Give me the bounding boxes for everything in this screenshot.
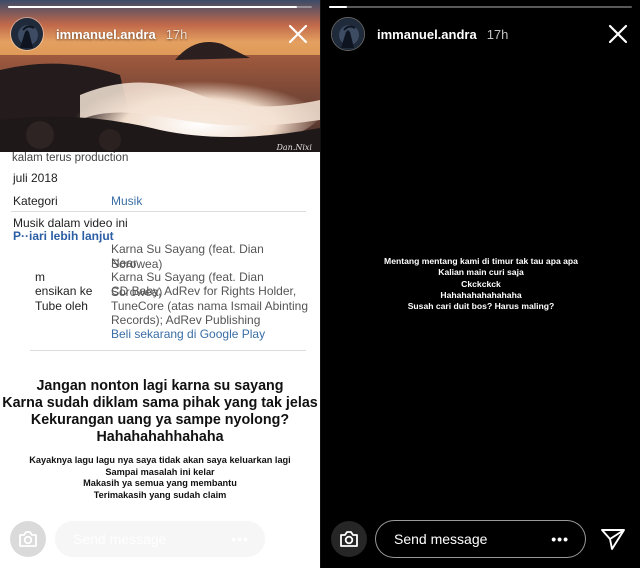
story-progress-bar	[329, 6, 632, 8]
story-footer: Send message •••	[331, 520, 630, 558]
story-progress-fill	[8, 6, 297, 8]
caption-small-line: Terimakasih yang sudah claim	[93, 489, 227, 500]
send-message-placeholder: Send message	[394, 531, 488, 547]
story-caption: Jangan nonton lagi karna su sayang Karna…	[0, 378, 320, 501]
avatar[interactable]	[331, 17, 365, 51]
caption-line: Jangan nonton lagi karna su sayang	[36, 378, 284, 394]
send-message-input[interactable]: Send message •••	[375, 520, 586, 558]
story-header: immanuel.andra 17h	[331, 16, 630, 52]
photo-signature: Dan.Nixi	[276, 143, 312, 152]
caption-line: Kekurangan uang ya sampe nyolong?	[30, 412, 290, 428]
story-text-line: Susah cari duit bos? Harus maling?	[407, 301, 555, 312]
username[interactable]: immanuel.andra	[377, 27, 477, 42]
avatar-image	[11, 18, 43, 50]
story-footer: Send message •••	[10, 520, 310, 558]
row-label-licensed: ensikan ke	[35, 284, 93, 298]
category-label: Kategori	[13, 194, 58, 208]
caption-small-line: Kayaknya lagu lagu nya saya tidak akan s…	[29, 455, 291, 465]
username[interactable]: immanuel.andra	[56, 27, 156, 42]
divider-bottom	[30, 350, 306, 351]
send-message-placeholder: Send message	[73, 531, 167, 547]
story-text-line: Mentang mentang kami di timur tak tau ap…	[384, 256, 578, 266]
post-time: 17h	[165, 26, 188, 42]
paper-plane-icon[interactable]	[280, 526, 306, 552]
row-label-album: m	[35, 270, 45, 284]
music-artist: Near	[111, 256, 138, 270]
send-message-input[interactable]: Send message •••	[54, 520, 266, 558]
learn-more-link: P··iari lebih lanjut	[13, 229, 114, 243]
buy-link: Beli sekarang di Google Play	[111, 327, 266, 341]
camera-icon[interactable]	[10, 521, 46, 557]
story-progress-bar	[8, 6, 312, 8]
caption-line: Hahahahahhahaha	[96, 429, 224, 445]
youtube-description-screenshot: kalam terus production juli 2018 Kategor…	[0, 152, 320, 352]
row-label-by: Tube oleh	[35, 299, 88, 313]
truncated-line: kalam terus production	[12, 152, 129, 164]
story-panel-left[interactable]: Dan.Nixi kalam terus production juli 201…	[0, 0, 320, 568]
caption-small-line: Makasih ya semua yang membantu	[83, 478, 237, 488]
music-in-video-label: Musik dalam video ini	[13, 216, 128, 230]
caption-small-block: Kayaknya lagu lagu nya saya tidak akan s…	[0, 455, 320, 501]
avatar[interactable]	[10, 17, 44, 51]
story-header: immanuel.andra 17h	[10, 16, 310, 52]
category-value: Musik	[111, 194, 143, 208]
post-time: 17h	[486, 26, 509, 42]
story-progress-fill	[329, 6, 348, 8]
more-dots-icon[interactable]: •••	[231, 531, 249, 547]
caption-line: Karna sudah diklam sama pihak yang tak j…	[2, 395, 318, 411]
close-icon[interactable]	[606, 22, 630, 46]
paper-plane-icon[interactable]	[600, 526, 626, 552]
license-line-2: TuneCore (atas nama Ismail Abinting	[111, 299, 308, 313]
story-panel-right[interactable]: immanuel.andra 17h Mentang mentang kami …	[320, 0, 640, 568]
avatar-image	[332, 18, 364, 50]
more-dots-icon[interactable]: •••	[551, 531, 569, 547]
story-text-line: Hahahahahahahaha	[440, 289, 522, 300]
story-text-line: Kalian main curi saja	[438, 267, 524, 278]
divider	[11, 211, 306, 212]
story-text-line: Ckckckck	[461, 278, 501, 289]
license-line-1: CD Baby, AdRev for Rights Holder,	[111, 284, 297, 298]
license-line-3: Records); AdRev Publishing	[111, 313, 261, 327]
camera-icon[interactable]	[331, 521, 367, 557]
caption-small-line: Sampai masalah ini kelar	[105, 466, 215, 477]
publish-date: juli 2018	[13, 171, 58, 185]
story-text: Mentang mentang kami di timur tak tau ap…	[321, 256, 640, 312]
close-icon[interactable]	[286, 22, 310, 46]
